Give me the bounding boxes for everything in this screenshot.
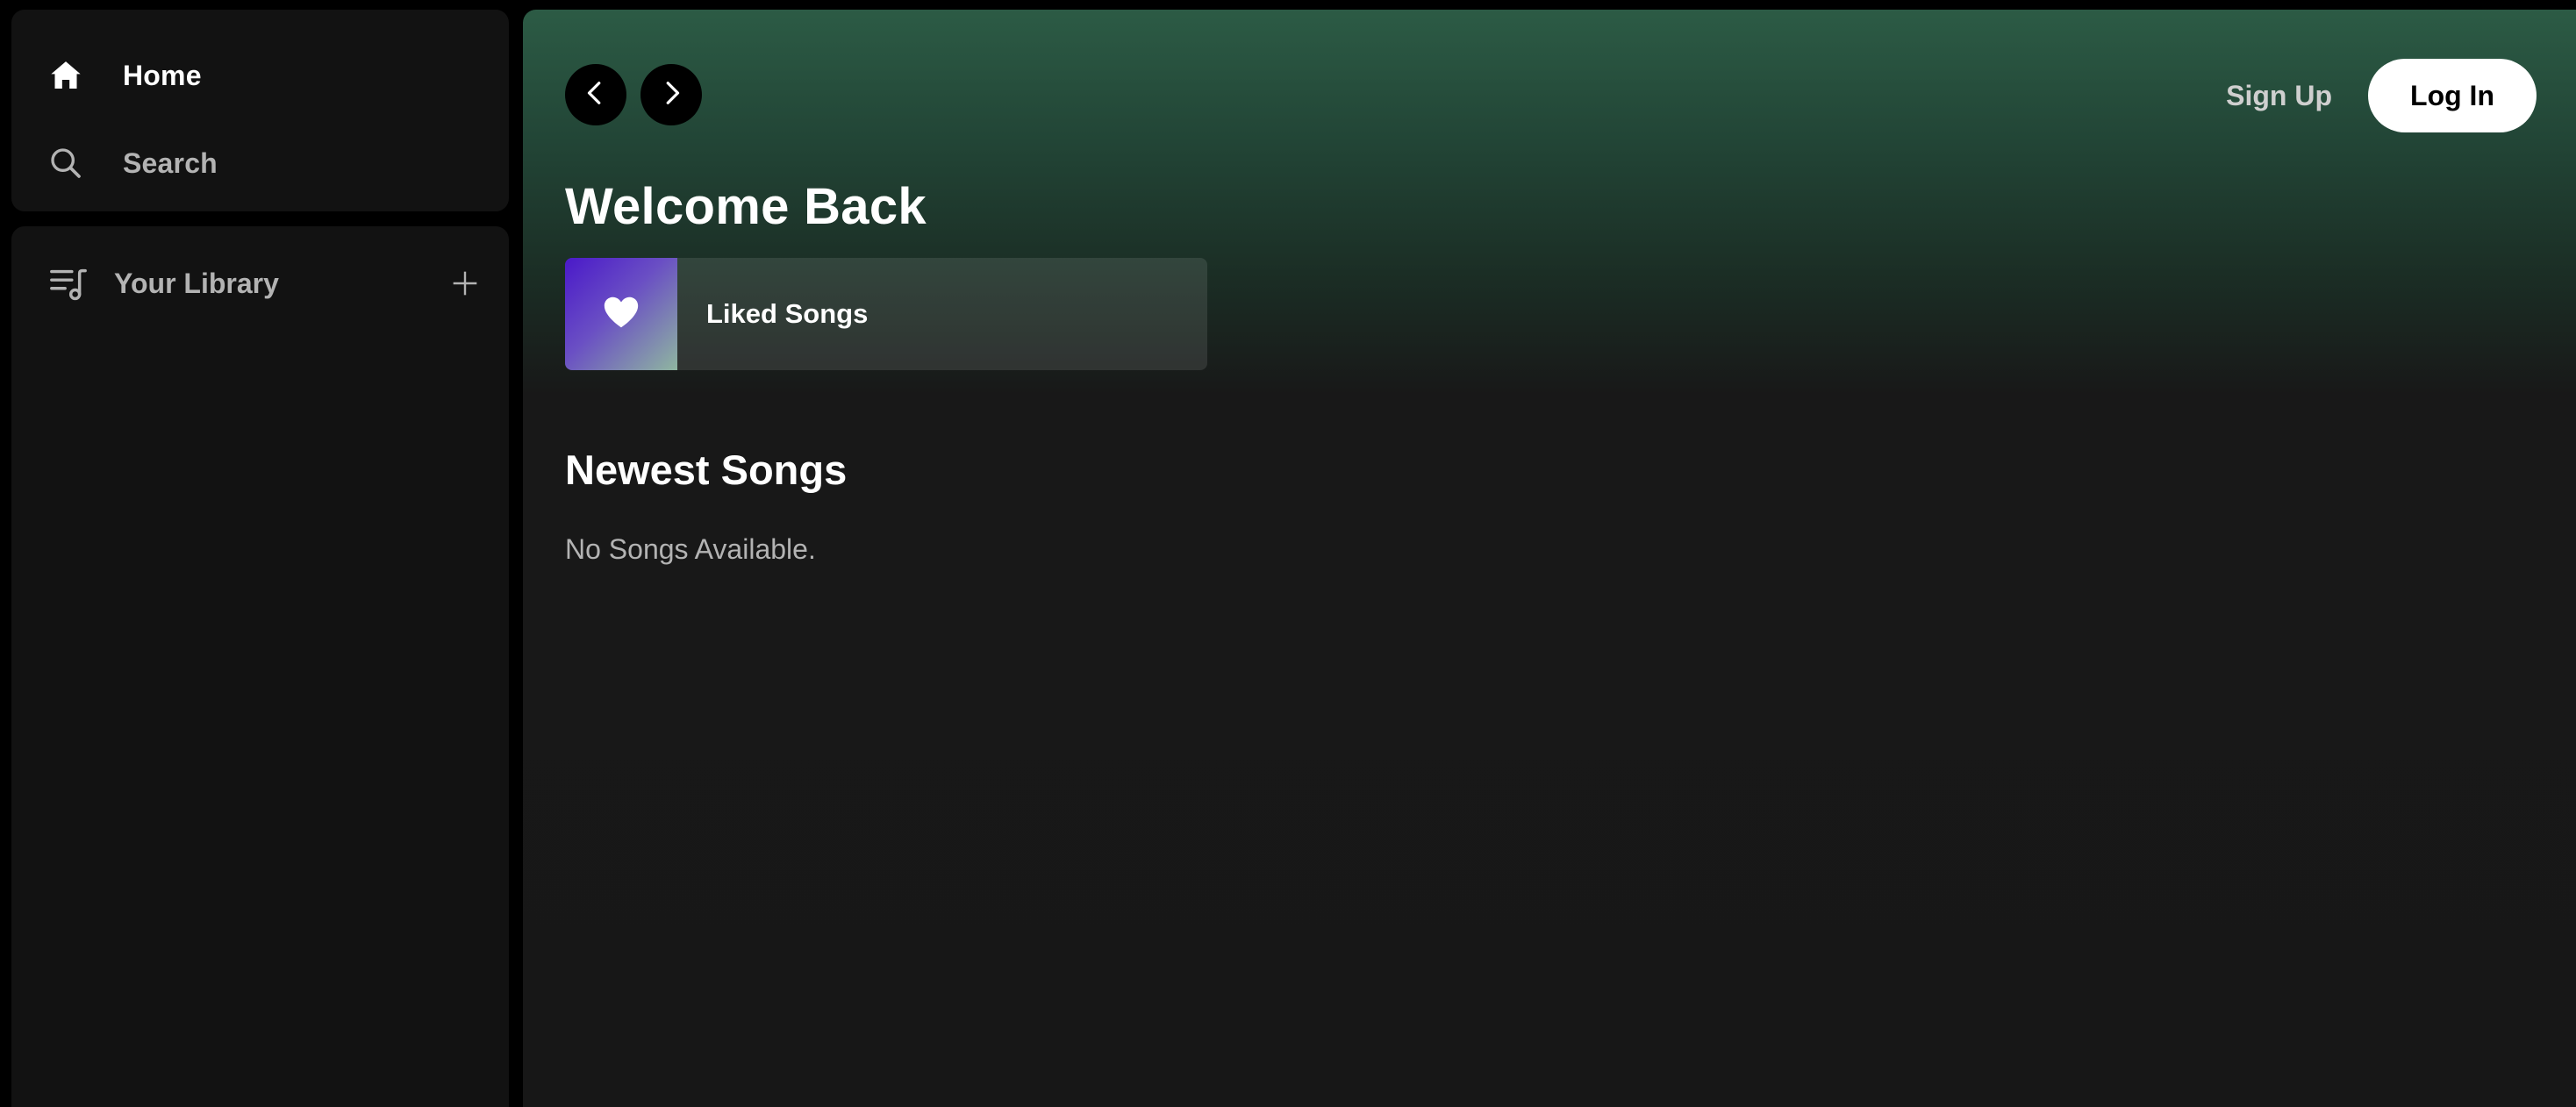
main-content: Sign Up Log In Welcome Back Liked Songs …	[523, 10, 2576, 1107]
sidebar-item-label: Home	[123, 59, 202, 91]
empty-state-message: No Songs Available.	[565, 533, 816, 565]
home-icon	[47, 56, 85, 95]
back-button[interactable]	[565, 64, 626, 125]
chevron-right-icon	[658, 80, 684, 111]
page-title: Welcome Back	[565, 178, 927, 235]
sidebar-item-label: Search	[123, 146, 218, 179]
liked-songs-label: Liked Songs	[706, 298, 869, 329]
app-window: Home Search Your Library Sign Up Log In …	[0, 0, 2576, 1107]
sidebar-item-home[interactable]: Home	[47, 45, 202, 106]
library-icon[interactable]	[47, 261, 90, 305]
library-panel: Your Library	[11, 226, 509, 1107]
sidebar-nav: Home Search	[11, 10, 509, 211]
heart-icon	[601, 292, 641, 337]
library-label[interactable]: Your Library	[114, 268, 279, 300]
plus-icon[interactable]	[445, 263, 485, 304]
newest-songs-title: Newest Songs	[565, 446, 848, 493]
sign-up-button[interactable]: Sign Up	[2226, 69, 2332, 122]
sidebar-item-search[interactable]: Search	[47, 132, 218, 194]
chevron-left-icon	[583, 80, 609, 111]
liked-songs-art	[565, 258, 677, 370]
search-icon	[47, 144, 85, 182]
forward-button[interactable]	[640, 64, 702, 125]
log-in-button[interactable]: Log In	[2368, 59, 2537, 132]
library-header: Your Library	[47, 253, 485, 314]
liked-songs-card[interactable]: Liked Songs	[565, 258, 1207, 370]
